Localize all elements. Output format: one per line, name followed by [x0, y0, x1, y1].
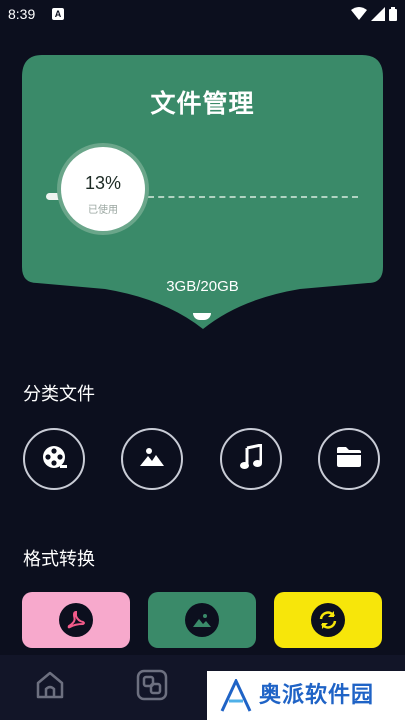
home-icon — [34, 670, 66, 704]
watermark-logo-icon — [219, 677, 253, 717]
battery-icon — [389, 6, 397, 25]
nav-apps[interactable] — [134, 669, 170, 705]
status-bar: 8:39 A — [0, 0, 405, 28]
watermark-brand: 奥派软件园 — [259, 683, 375, 708]
image-category-button[interactable] — [121, 428, 183, 490]
pdf-convert-card[interactable] — [22, 592, 130, 648]
music-category-button[interactable] — [220, 428, 282, 490]
usage-track — [148, 196, 358, 200]
apps-icon — [136, 669, 168, 705]
pdf-icon — [59, 603, 93, 637]
video-category-button[interactable] — [23, 428, 85, 490]
image-convert-card[interactable] — [148, 592, 256, 648]
wifi-icon — [351, 6, 367, 25]
usage-caption: 已使用 — [88, 205, 118, 216]
folder-category-button[interactable] — [318, 428, 380, 490]
nav-home[interactable] — [32, 669, 68, 705]
notification-icon: A — [52, 8, 64, 20]
image-icon — [185, 603, 219, 637]
storage-usage: 3GB/20GB — [166, 278, 239, 295]
image-icon — [140, 446, 164, 472]
status-icons — [351, 6, 397, 25]
watermark: 奥派软件园 — [207, 671, 405, 720]
music-note-icon — [240, 443, 263, 474]
sync-icon — [311, 603, 345, 637]
folder-icon — [336, 446, 362, 472]
signal-icon — [371, 6, 385, 25]
sync-convert-card[interactable] — [274, 592, 382, 648]
page-title: 文件管理 — [150, 89, 255, 118]
conversion-heading: 格式转换 — [23, 549, 95, 570]
film-reel-icon — [41, 444, 67, 474]
usage-percent: 13% — [84, 173, 122, 193]
usage-gauge[interactable]: 13% 已使用 — [61, 147, 145, 231]
categories-heading: 分类文件 — [23, 384, 95, 405]
status-time: 8:39 — [8, 6, 36, 22]
